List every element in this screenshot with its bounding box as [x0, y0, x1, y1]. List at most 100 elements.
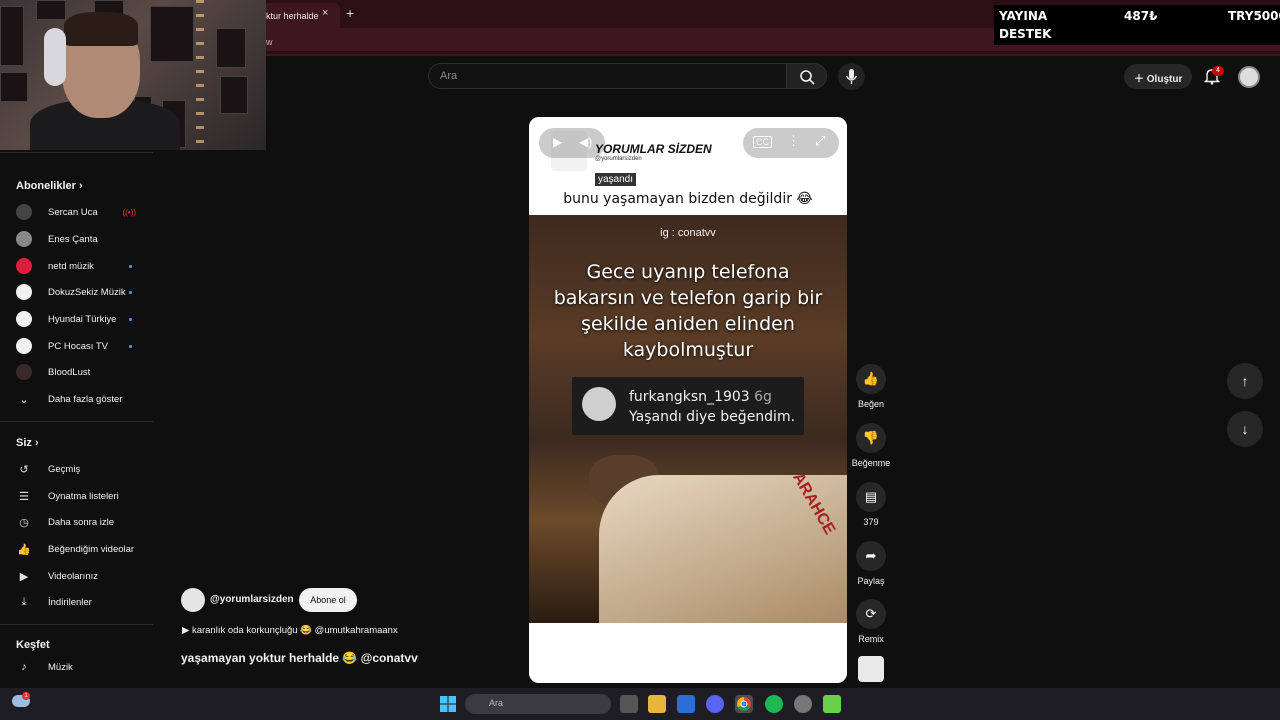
live-icon: ((•)) — [122, 207, 136, 217]
watch-later-icon: ◷ — [19, 516, 29, 529]
channel-avatar — [16, 204, 32, 220]
taskbar-search-text: Ara — [489, 698, 504, 708]
thumbs-down-icon[interactable]: 👎 — [856, 423, 886, 453]
chevron-right-icon: › — [31, 437, 39, 449]
remix-icon[interactable]: ⟳ — [856, 599, 886, 629]
sidebar-item-sercan-uca[interactable]: Sercan Uca ((•)) — [16, 202, 146, 222]
sidebar-item-dokuzsekiz-muzik[interactable]: DokuzSekiz Müzik — [16, 282, 146, 302]
captions-icon[interactable]: CC — [753, 136, 772, 148]
windows-start-icon[interactable] — [440, 696, 456, 712]
player-settings-controls[interactable]: CC ⋮ ⤢ — [743, 128, 839, 158]
sidebar-divider — [0, 421, 153, 422]
sidebar-item-label: Beğendiğim videolar — [48, 543, 135, 555]
dislike-action[interactable]: 👎 Beğenme — [851, 423, 891, 468]
file-explorer-icon[interactable] — [648, 695, 666, 713]
share-icon[interactable]: ➦ — [856, 541, 886, 571]
donation-line2: DESTEK — [999, 27, 1052, 41]
channel-name: netd müzik — [48, 260, 94, 272]
sidebar-item-enes-canta[interactable]: Enes Çanta — [16, 229, 146, 249]
tab-title: ktur herhalde — [266, 11, 319, 21]
play-icon[interactable]: ▶ — [553, 135, 562, 149]
channel-avatar[interactable] — [181, 588, 205, 612]
explore-heading: Keşfet — [16, 639, 50, 651]
short-top-panel: ▶ ◀) CC ⋮ ⤢ YORUMLAR SİZDEN @yorumlarsiz… — [529, 117, 847, 215]
sidebar-item-bloodlust[interactable]: BloodLust — [16, 362, 146, 382]
thumbs-up-icon[interactable]: 👍 — [856, 364, 886, 394]
wall-poster — [0, 6, 24, 66]
account-avatar[interactable] — [1238, 66, 1260, 88]
comment-time: 6g — [754, 389, 772, 405]
channel-thumbnail[interactable] — [858, 656, 884, 682]
music-icon: ♪ — [21, 661, 27, 673]
previous-short-button[interactable]: ↑ — [1227, 363, 1263, 399]
next-short-button[interactable]: ↓ — [1227, 411, 1263, 447]
video-overlay-text: Gece uyanıp telefona bakarsın ve telefon… — [553, 261, 823, 361]
new-tab-button[interactable]: + — [346, 5, 354, 21]
tag-label: yaşandı — [595, 173, 637, 186]
volume-icon[interactable]: ◀) — [579, 135, 592, 149]
channel-name: Sercan Uca — [48, 206, 98, 218]
sidebar-item-label: Oynatma listeleri — [48, 490, 119, 502]
you-heading[interactable]: Siz › — [16, 437, 39, 449]
taskbar-search[interactable]: Ara — [465, 694, 611, 714]
sidebar-item-your-videos[interactable]: ▶ Videolarınız — [16, 566, 146, 586]
comment-avatar — [582, 387, 616, 421]
sidebar-item-downloads[interactable]: ⤓ İndirilenler — [16, 592, 146, 612]
sidebar-item-liked-videos[interactable]: 👍 Beğendiğim videolar — [16, 539, 146, 559]
short-bottom-panel — [529, 623, 847, 683]
sidebar-item-hyundai-turkiye[interactable]: Hyundai Türkiye — [16, 309, 146, 329]
new-content-dot — [129, 317, 132, 321]
sidebar-item-netd-muzik[interactable]: netd müzik — [16, 256, 146, 276]
tab-close-icon[interactable]: × — [322, 7, 328, 19]
steam-icon[interactable] — [794, 695, 812, 713]
plus-icon: ＋ — [1134, 74, 1147, 85]
sidebar-item-playlists[interactable]: ☰ Oynatma listeleri — [16, 486, 146, 506]
voice-search-button[interactable] — [838, 63, 865, 90]
channel-avatar — [16, 284, 32, 300]
discord-icon[interactable] — [706, 695, 724, 713]
shorts-player[interactable]: ▶ ◀) CC ⋮ ⤢ YORUMLAR SİZDEN @yorumlarsiz… — [529, 117, 847, 683]
new-content-dot — [129, 264, 132, 268]
comments-action[interactable]: ▤ 379 — [851, 482, 891, 527]
remix-action[interactable]: ⟳ Remix — [851, 599, 891, 644]
address-bar-text[interactable]: w — [266, 37, 273, 47]
webcam-overlay — [0, 0, 266, 150]
bookmark-bar — [260, 51, 1280, 54]
like-action[interactable]: 👍 Beğen — [851, 364, 891, 409]
sidebar-item-pc-hocasi-tv[interactable]: PC Hocası TV — [16, 336, 146, 356]
show-more-label: Daha fazla göster — [48, 393, 123, 405]
sidebar-item-history[interactable]: ↺ Geçmiş — [16, 459, 146, 479]
store-icon[interactable] — [677, 695, 695, 713]
fullscreen-icon[interactable]: ⤢ — [815, 133, 825, 149]
chevron-down-icon: ⌄ — [19, 393, 29, 406]
sidebar-item-label: Müzik — [48, 661, 73, 673]
sidebar-item-music[interactable]: ♪ Müzik — [16, 657, 146, 677]
spotify-icon[interactable] — [765, 695, 783, 713]
you-heading-label: Siz — [16, 437, 32, 449]
liked-icon: 👍 — [17, 543, 31, 556]
arrow-up-icon: ↑ — [1241, 373, 1249, 389]
comment-card: furkangksn_1903 6g Yaşandı diye beğendim… — [572, 377, 804, 435]
sidebar-item-show-more[interactable]: ⌄ Daha fazla göster — [16, 389, 146, 409]
chrome-icon[interactable] — [735, 695, 753, 713]
share-action[interactable]: ➦ Paylaş — [851, 541, 891, 586]
channel-avatar — [16, 231, 32, 247]
app-icon[interactable] — [823, 695, 841, 713]
short-title: yaşamayan yoktur herhalde 😂 @conatvv — [181, 651, 418, 665]
subscriptions-heading[interactable]: Abonelikler › — [16, 180, 83, 192]
channel-handle[interactable]: @yorumlarsizden — [210, 594, 294, 605]
donation-name: TRY5000 — [1228, 9, 1280, 23]
channel-name: BloodLust — [48, 366, 91, 378]
comment-user: furkangksn_1903 — [629, 389, 750, 405]
subscribe-button[interactable]: Abone ol — [299, 588, 357, 612]
more-options-icon[interactable]: ⋮ — [787, 133, 800, 149]
comment-count: 379 — [863, 517, 879, 527]
create-button[interactable]: ＋ Oluştur — [1124, 64, 1192, 89]
sidebar-item-watch-later[interactable]: ◷ Daha sonra izle — [16, 512, 146, 532]
task-view-icon[interactable] — [620, 695, 638, 713]
comment-icon[interactable]: ▤ — [856, 482, 886, 512]
system-tray[interactable] — [1130, 697, 1270, 709]
search-input[interactable]: Ara — [428, 63, 786, 89]
search-button[interactable] — [786, 63, 827, 89]
related-short-link[interactable]: ▶ karanlık oda korkunçluğu 😂 @umutkahram… — [182, 625, 398, 636]
